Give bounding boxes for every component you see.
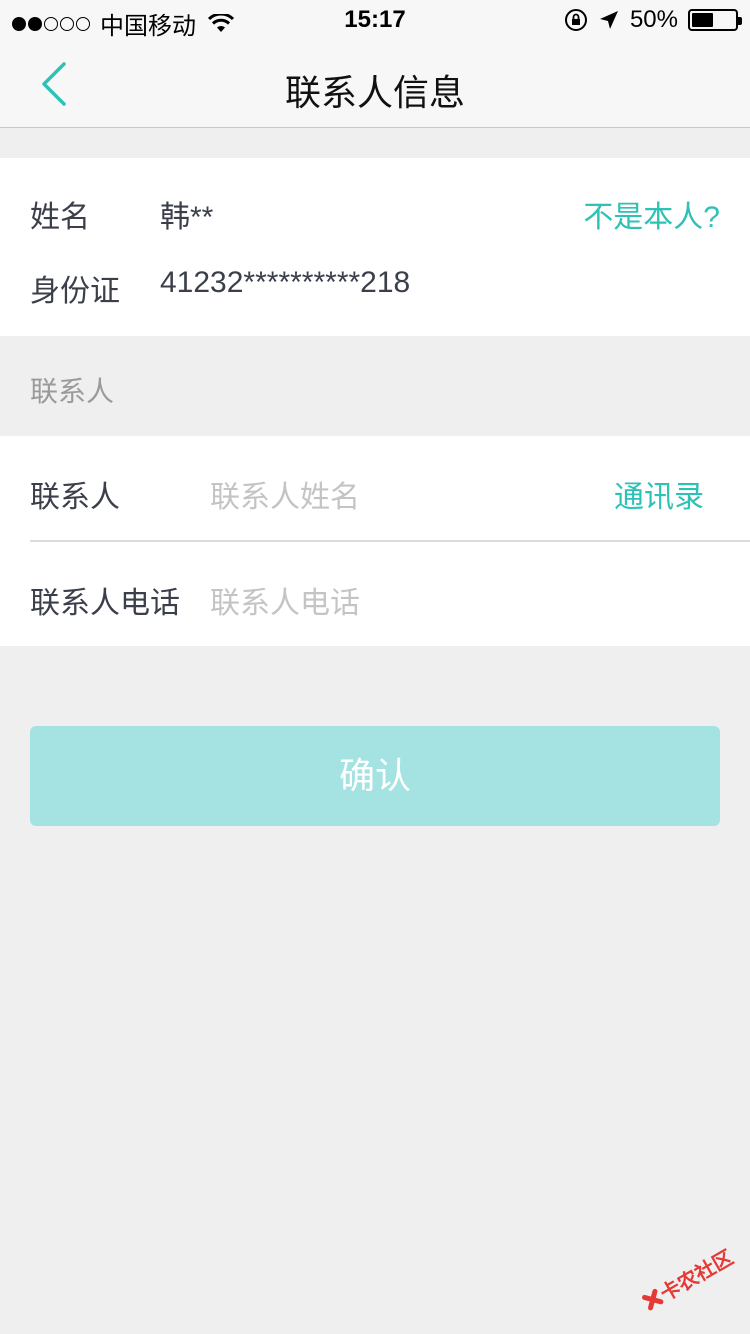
contact-phone-input[interactable]: 联系人电话	[210, 578, 360, 622]
name-value: 韩**	[160, 201, 214, 234]
battery-percent: 50%	[629, 6, 678, 33]
status-bar: 中国移动 15:17 50%	[0, 0, 750, 40]
battery-level	[692, 13, 713, 27]
page-title: 联系人信息	[284, 72, 465, 113]
id-value: 41232**********218	[160, 266, 411, 299]
confirm-button[interactable]: 确认	[30, 726, 720, 826]
contact-section-title: 联系人	[30, 376, 115, 407]
divider	[30, 540, 750, 542]
not-me-link[interactable]: 不是本人?	[583, 192, 720, 236]
name-label: 姓名	[30, 201, 90, 234]
status-right: 50%	[564, 6, 742, 34]
contact-phone-label: 联系人电话	[30, 587, 180, 620]
identity-card: 姓名 韩** 不是本人? 身份证 41232**********218	[0, 158, 750, 336]
location-arrow-icon	[599, 11, 618, 29]
contact-card: 联系人 联系人姓名 通讯录 联系人电话 联系人电话	[0, 436, 750, 646]
rotation-lock-icon	[564, 9, 587, 31]
watermark-text: 卡农社区	[656, 1246, 737, 1306]
battery-cap	[738, 17, 742, 25]
contact-name-input[interactable]: 联系人姓名	[210, 472, 360, 516]
contact-name-label: 联系人	[30, 481, 120, 514]
address-book-link[interactable]: 通讯录	[614, 472, 704, 516]
watermark-logo: 卡农社区	[642, 1246, 737, 1311]
id-label: 身份证	[30, 275, 120, 308]
navigation-bar: 联系人信息	[0, 40, 750, 128]
battery-icon	[688, 9, 742, 31]
